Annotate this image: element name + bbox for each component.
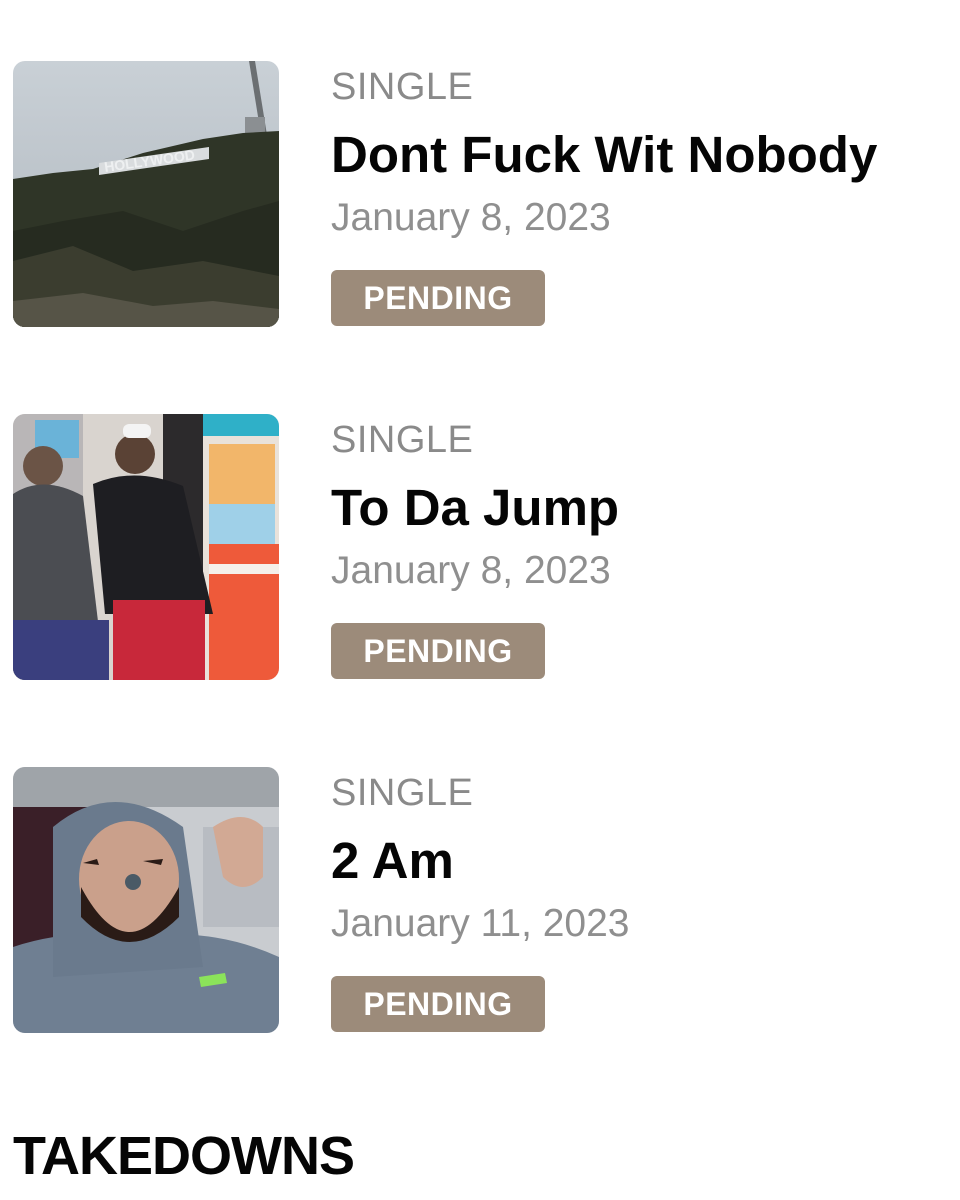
release-title[interactable]: 2 Am — [331, 831, 454, 891]
status-badge: PENDING — [331, 976, 545, 1032]
release-title[interactable]: Dont Fuck Wit Nobody — [331, 125, 877, 185]
release-artwork-store[interactable] — [13, 414, 279, 680]
car-selfie-artwork-image — [13, 767, 279, 1033]
release-date: January 11, 2023 — [331, 902, 630, 945]
status-badge: PENDING — [331, 270, 545, 326]
hollywood-artwork-image: HOLLYWOOD — [13, 61, 279, 327]
release-artwork-car-selfie[interactable] — [13, 767, 279, 1033]
store-artwork-image — [13, 414, 279, 680]
takedowns-heading: TAKEDOWNS — [13, 1126, 355, 1186]
release-item[interactable]: SINGLE 2 Am January 11, 2023 PENDING — [13, 767, 953, 1033]
release-artwork-hollywood[interactable]: HOLLYWOOD — [13, 61, 279, 327]
release-date: January 8, 2023 — [331, 196, 611, 239]
release-kind-label: SINGLE — [331, 66, 474, 108]
release-kind-label: SINGLE — [331, 772, 474, 814]
release-item[interactable]: HOLLYWOOD SINGLE Dont Fuck Wit Nobody Ja… — [13, 61, 953, 327]
release-title[interactable]: To Da Jump — [331, 478, 619, 538]
release-date: January 8, 2023 — [331, 549, 611, 592]
status-badge: PENDING — [331, 623, 545, 679]
release-item[interactable]: SINGLE To Da Jump January 8, 2023 PENDIN… — [13, 414, 953, 680]
release-kind-label: SINGLE — [331, 419, 474, 461]
